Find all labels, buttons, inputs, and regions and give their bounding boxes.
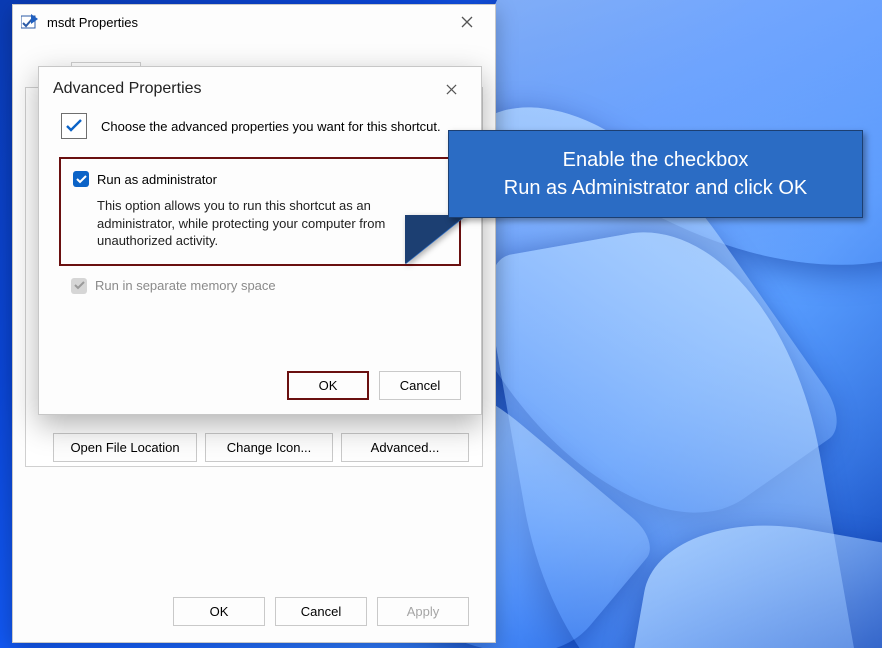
callout-tail bbox=[406, 216, 466, 264]
separate-memory-label: Run in separate memory space bbox=[95, 278, 276, 293]
apply-button: Apply bbox=[377, 597, 469, 626]
cancel-button[interactable]: Cancel bbox=[379, 371, 461, 400]
ok-button[interactable]: OK bbox=[173, 597, 265, 626]
shortcut-action-row: Open File Location Change Icon... Advanc… bbox=[53, 433, 469, 462]
open-file-location-button[interactable]: Open File Location bbox=[53, 433, 197, 462]
titlebar[interactable]: msdt Properties bbox=[13, 5, 495, 39]
run-as-admin-group: Run as administrator This option allows … bbox=[59, 157, 461, 266]
app-icon bbox=[21, 14, 39, 30]
checkbox-icon bbox=[73, 171, 89, 187]
annotation-callout: Enable the checkbox Run as Administrator… bbox=[448, 130, 863, 218]
dialog-button-row: OK Cancel bbox=[287, 371, 461, 400]
dialog-titlebar[interactable]: Advanced Properties bbox=[39, 67, 481, 109]
checkbox-icon bbox=[71, 278, 87, 294]
cancel-button[interactable]: Cancel bbox=[275, 597, 367, 626]
window-title: msdt Properties bbox=[47, 15, 447, 30]
change-icon-button[interactable]: Change Icon... bbox=[205, 433, 333, 462]
callout-line2: Run as Administrator and click OK bbox=[504, 174, 807, 202]
run-as-admin-label: Run as administrator bbox=[97, 172, 217, 187]
desktop-background: msdt Properties Shortcut Open File Locat… bbox=[0, 0, 882, 648]
run-as-admin-description: This option allows you to run this short… bbox=[97, 197, 441, 250]
shortcut-icon bbox=[61, 113, 87, 139]
separate-memory-checkbox: Run in separate memory space bbox=[39, 266, 481, 294]
advanced-button[interactable]: Advanced... bbox=[341, 433, 469, 462]
dialog-button-row: OK Cancel Apply bbox=[173, 597, 469, 626]
callout-line1: Enable the checkbox bbox=[504, 146, 807, 174]
close-icon[interactable] bbox=[435, 77, 467, 101]
run-as-admin-checkbox[interactable]: Run as administrator bbox=[73, 171, 445, 187]
dialog-title: Advanced Properties bbox=[53, 80, 202, 98]
close-icon[interactable] bbox=[447, 8, 487, 36]
intro-row: Choose the advanced properties you want … bbox=[39, 109, 481, 149]
intro-text: Choose the advanced properties you want … bbox=[101, 119, 441, 134]
ok-button[interactable]: OK bbox=[287, 371, 369, 400]
